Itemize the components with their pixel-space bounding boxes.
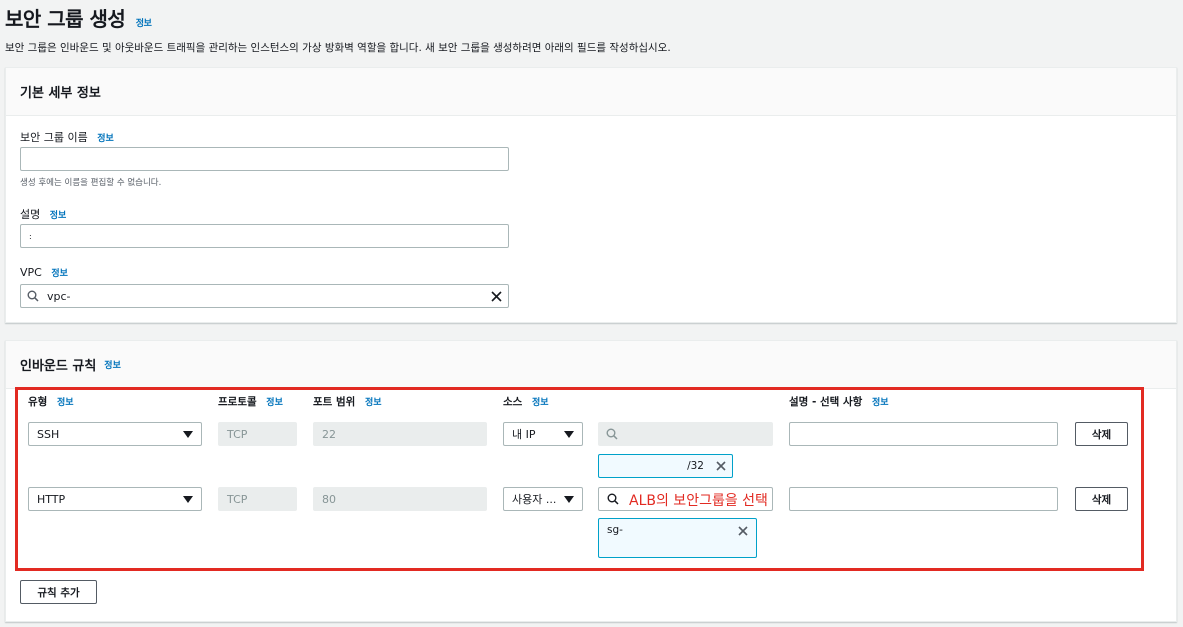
vpc-value: vpc-	[47, 289, 71, 303]
close-icon[interactable]	[738, 526, 748, 536]
sg-name-label: 보안 그룹 이름 정보	[20, 131, 114, 144]
description-info-link[interactable]: 정보	[50, 211, 67, 221]
rule1-token-value: /32	[687, 460, 704, 472]
rule2-token-value: sg-	[607, 524, 623, 536]
caret-down-icon	[183, 430, 193, 438]
inbound-rules-info-link[interactable]: 정보	[104, 358, 121, 371]
rule1-type-value: SSH	[37, 427, 60, 441]
page-title-text: 보안 그룹 생성	[5, 7, 126, 31]
col-port-range: 포트 범위 정보	[313, 396, 382, 408]
rule1-source-search[interactable]	[598, 422, 773, 446]
col-protocol: 프로토콜 정보	[218, 396, 283, 408]
rule1-source-token: /32	[598, 454, 733, 478]
sg-name-input[interactable]	[20, 147, 509, 171]
search-icon	[606, 428, 618, 440]
rule1-source-value: 내 IP	[512, 428, 536, 441]
rule1-delete-button[interactable]: 삭제	[1075, 422, 1128, 446]
inbound-rules-header: 인바운드 규칙 정보	[6, 341, 1176, 389]
page-title-info-link[interactable]: 정보	[136, 19, 152, 29]
basic-details-title: 기본 세부 정보	[20, 86, 101, 101]
col-description: 설명 - 선택 사항 정보	[789, 396, 889, 408]
rule2-type-value: HTTP	[37, 492, 66, 506]
rule1-source-select[interactable]: 내 IP	[503, 422, 583, 446]
sg-name-info-link[interactable]: 정보	[97, 134, 114, 144]
rule2-port: 80	[313, 487, 487, 511]
vpc-search-input[interactable]: vpc-	[20, 284, 509, 308]
search-icon	[27, 290, 39, 302]
page-description: 보안 그룹은 인바운드 및 아웃바운드 트래픽을 관리하는 인스턴스의 가상 방…	[5, 42, 671, 54]
caret-down-icon	[564, 495, 574, 503]
caret-down-icon	[564, 430, 574, 438]
clear-icon[interactable]	[491, 290, 502, 302]
vpc-label: VPC 정보	[20, 266, 68, 279]
rule2-delete-button[interactable]: 삭제	[1075, 487, 1128, 511]
highlight-annotation-box	[15, 387, 1144, 571]
col-source-info-link[interactable]: 정보	[532, 398, 549, 408]
rule2-description-input[interactable]	[789, 487, 1058, 511]
rule2-source-select[interactable]: 사용자 ...	[503, 487, 583, 511]
col-protocol-info-link[interactable]: 정보	[266, 398, 283, 408]
annotation-text: ALB의 보안그룹을 선택	[629, 493, 768, 509]
vpc-info-link[interactable]: 정보	[51, 269, 68, 279]
inbound-rules-title: 인바운드 규칙	[20, 359, 97, 374]
description-input[interactable]: :	[20, 224, 509, 248]
rule1-port: 22	[313, 422, 487, 446]
search-icon	[607, 493, 619, 505]
rule2-protocol: TCP	[218, 487, 297, 511]
rule1-description-input[interactable]	[789, 422, 1058, 446]
description-label: 설명 정보	[20, 208, 67, 221]
rule1-protocol: TCP	[218, 422, 297, 446]
basic-details-header: 기본 세부 정보	[6, 68, 1176, 116]
sg-name-hint: 생성 후에는 이름을 편집할 수 없습니다.	[20, 178, 162, 188]
col-description-info-link[interactable]: 정보	[872, 398, 889, 408]
add-rule-button[interactable]: 규칙 추가	[20, 580, 97, 604]
close-icon[interactable]	[716, 461, 726, 471]
col-type-info-link[interactable]: 정보	[57, 398, 74, 408]
rule2-source-value: 사용자 ...	[512, 493, 557, 506]
basic-details-panel: 기본 세부 정보 보안 그룹 이름 정보 생성 후에는 이름을 편집할 수 없습…	[5, 67, 1177, 323]
col-source: 소스 정보	[503, 396, 549, 408]
caret-down-icon	[183, 495, 193, 503]
rule2-source-token: sg-	[598, 518, 757, 558]
col-port-info-link[interactable]: 정보	[365, 398, 382, 408]
page-title: 보안 그룹 생성 정보	[5, 3, 152, 32]
col-type: 유형 정보	[28, 396, 74, 408]
rule1-type-select[interactable]: SSH	[28, 422, 202, 446]
rule2-type-select[interactable]: HTTP	[28, 487, 202, 511]
